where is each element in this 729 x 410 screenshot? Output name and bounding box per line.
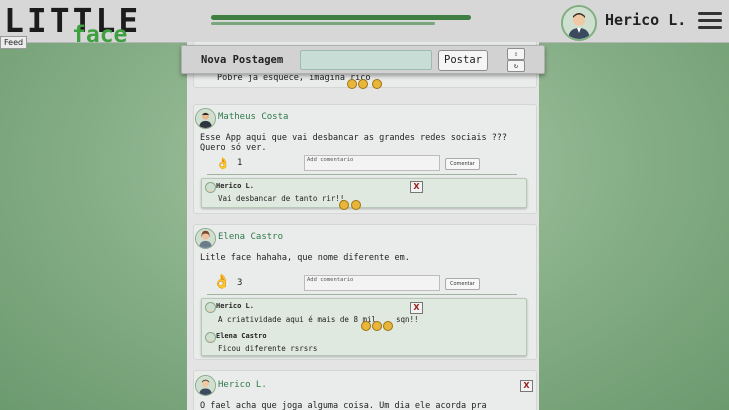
divider (207, 294, 517, 295)
post-text: Litle face hahaha, que nome diferente em… (200, 253, 410, 263)
top-progress-bar (211, 15, 471, 20)
post-author[interactable]: Elena Castro (218, 232, 283, 242)
comment-button[interactable]: Comentar (445, 158, 480, 170)
post-card: Matheus Costa Esse App aqui que vai desb… (193, 104, 537, 214)
comment-suffix: sqn!! (396, 315, 419, 324)
user-avatar-icon (563, 7, 595, 39)
new-post-label: Nova Postagem (201, 54, 284, 66)
comment-button[interactable]: Comentar (445, 278, 480, 290)
smiley-icon (346, 73, 382, 92)
refresh-icon[interactable]: ↻ (507, 60, 525, 72)
post-button[interactable]: Postar (438, 50, 488, 71)
logo-face: face (72, 22, 128, 48)
comment-avatar (205, 182, 216, 193)
avatar-icon (196, 229, 215, 248)
header-user-name[interactable]: Herico L. (605, 11, 686, 29)
like-count: 3 (237, 278, 243, 288)
feed-column: Pobre ja esquece, imagina rico Matheus C… (187, 42, 539, 410)
comment-input[interactable]: Add comentario (304, 155, 440, 171)
comment-author[interactable]: Elena Castro (216, 332, 267, 340)
comment-box: Herico L. X Vai desbancar de tanto rir!! (201, 178, 527, 210)
hamburger-menu-icon[interactable] (698, 12, 722, 30)
top-progress-fill (211, 15, 471, 20)
author-avatar[interactable] (195, 108, 216, 129)
like-count: 1 (237, 158, 243, 168)
upload-icon[interactable]: ⇪ (507, 48, 525, 60)
hand-like-icon[interactable]: 👌 (216, 157, 230, 170)
feed-tab[interactable]: Feed (0, 36, 28, 49)
author-avatar[interactable] (195, 375, 216, 396)
comment-avatar (205, 332, 216, 343)
comment-author[interactable]: Herico L. (216, 182, 254, 190)
post-text: Esse App aqui que vai desbancar as grand… (200, 133, 508, 153)
comment-box: Herico L. X A criatividade aqui é mais d… (201, 298, 527, 356)
avatar-icon (196, 376, 215, 395)
post-card: Elena Castro Litle face hahaha, que nome… (193, 224, 537, 360)
delete-comment-button[interactable]: X (410, 181, 423, 193)
divider (207, 174, 517, 175)
top-bar: LITTLE face Feed Herico L. (0, 0, 729, 49)
new-post-bar: Nova Postagem Postar ⇪ ↻ (181, 45, 545, 74)
comment-text: Ficou diferente rsrsrs (218, 344, 318, 353)
new-post-input[interactable] (300, 50, 432, 70)
comment-avatar (205, 302, 216, 313)
comment-author[interactable]: Herico L. (216, 302, 254, 310)
delete-post-button[interactable]: X (520, 380, 533, 392)
delete-comment-button[interactable]: X (410, 302, 423, 314)
author-avatar[interactable] (195, 228, 216, 249)
comment-text: A criatividade aqui é mais de 8 mil (218, 315, 377, 324)
post-text: O fael acha que joga alguma coisa. Um di… (200, 401, 487, 410)
comment-input[interactable]: Add comentario (304, 275, 440, 291)
post-author[interactable]: Matheus Costa (218, 112, 288, 122)
post-author[interactable]: Herico L. (218, 380, 267, 390)
smiley-icon (360, 315, 393, 334)
post-card: Herico L. X O fael acha que joga alguma … (193, 370, 537, 410)
avatar-icon (196, 109, 215, 128)
secondary-progress-bar (211, 22, 435, 25)
user-avatar[interactable] (561, 5, 597, 41)
hand-like-icon[interactable]: 👌 (213, 274, 230, 290)
comment-text: Vai desbancar de tanto rir!! (218, 194, 345, 203)
smiley-icon (338, 194, 361, 213)
